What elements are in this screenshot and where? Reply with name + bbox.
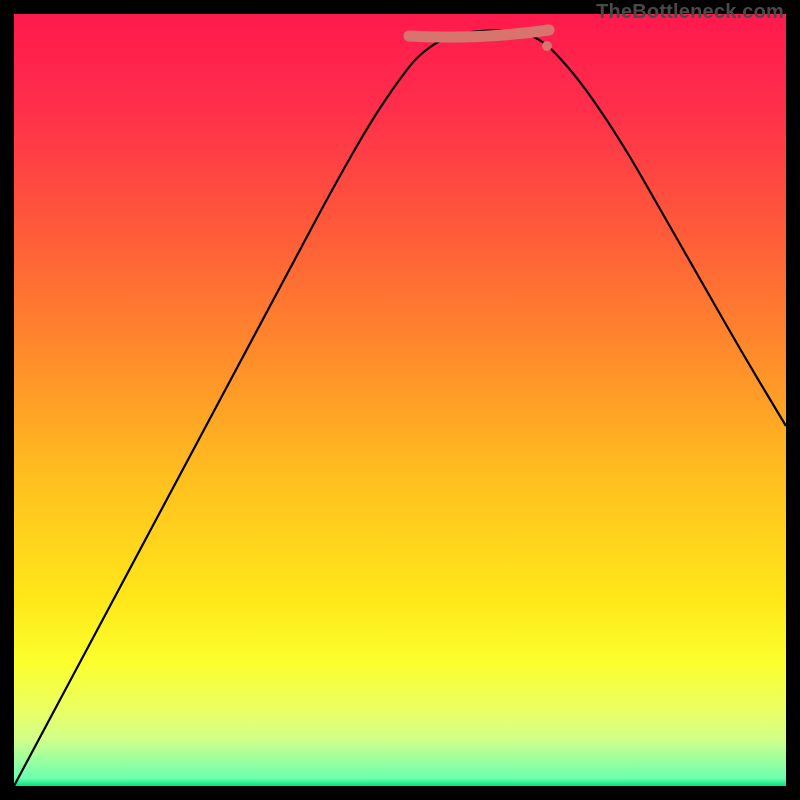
bottleneck-curve — [14, 30, 786, 786]
flat-region-band — [409, 30, 549, 37]
bottleneck-curve-svg — [14, 14, 786, 786]
watermark-text: TheBottleneck.com — [596, 1, 784, 24]
flat-region-dot — [542, 41, 552, 51]
